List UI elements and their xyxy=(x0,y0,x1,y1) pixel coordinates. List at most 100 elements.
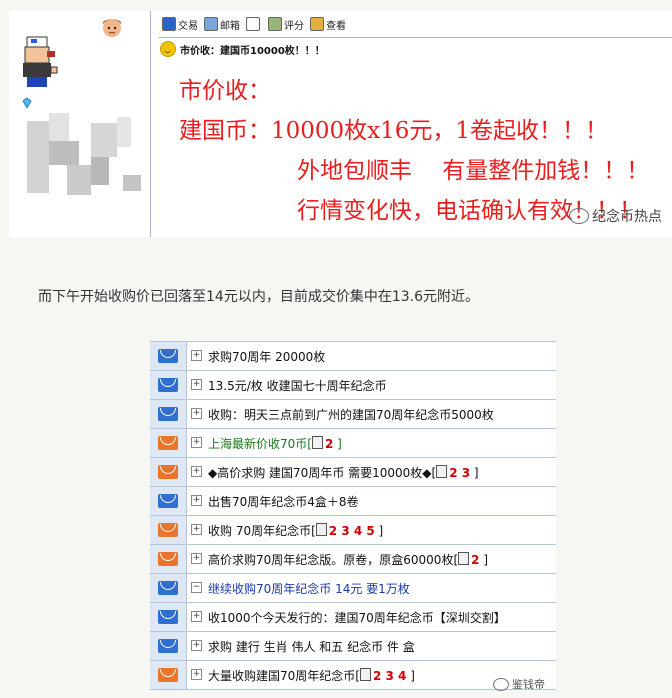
popeye-avatar-icon xyxy=(23,36,58,87)
thread-icon-cell xyxy=(150,429,187,457)
expand-toggle-icon[interactable]: + xyxy=(191,408,202,419)
toolbar-item-1[interactable]: 邮箱 xyxy=(204,17,240,32)
thread-title[interactable]: 收1000个今天发行的：建国70周年纪念币【深圳交割】 xyxy=(208,609,506,626)
toolbar-item-label: 评分 xyxy=(284,20,304,32)
envelope-icon xyxy=(158,668,178,682)
thread-title-text[interactable]: 大量收购建国70周年纪念币 xyxy=(208,669,355,683)
page-numbers[interactable]: 2 3 4 5 xyxy=(329,524,375,538)
user-avatar-column xyxy=(9,11,151,237)
expand-toggle-icon[interactable]: + xyxy=(191,524,202,535)
envelope-icon xyxy=(158,465,178,479)
thread-title-text[interactable]: 收购 70周年纪念币 xyxy=(208,524,311,538)
thread-row[interactable]: + 收购：明天三点前到广州的建国70周年纪念币5000枚 xyxy=(150,399,556,428)
thread-title-text[interactable]: 出售70周年纪念币4盒＋8卷 xyxy=(208,495,359,509)
watermark-text: 纪念币热点 xyxy=(592,209,662,225)
expand-toggle-icon[interactable]: + xyxy=(191,437,202,448)
emoji-face-icon xyxy=(103,19,121,37)
thread-title-text[interactable]: 13.5元/枚 收建国七十周年纪念币 xyxy=(208,379,387,393)
watermark: 纪念币热点 xyxy=(569,206,662,226)
multipage-icon xyxy=(315,523,327,536)
thread-title-text[interactable]: 求购 建行 生肖 伟人 和五 纪念币 件 盒 xyxy=(208,640,415,654)
expand-toggle-icon[interactable]: + xyxy=(191,466,202,477)
thread-row[interactable]: + 收购 70周年纪念币[2 3 4 5 ] xyxy=(150,515,556,544)
toolbar-item-4[interactable]: 查看 xyxy=(310,17,346,32)
envelope-icon xyxy=(158,552,178,566)
page-links[interactable]: [2 3 4 ] xyxy=(355,668,415,683)
thread-title-text[interactable]: ◆高价求购 建国70周年币 需要10000枚◆ xyxy=(208,466,432,480)
thread-title[interactable]: 继续收购70周年纪念币 14元 要1万枚 xyxy=(208,580,410,597)
thread-row[interactable]: + 出售70周年纪念币4盒＋8卷 xyxy=(150,486,556,515)
thread-title[interactable]: 高价求购70周年纪念版。原卷，原盒60000枚[2 ] xyxy=(208,551,488,568)
thread-title[interactable]: 收购 70周年纪念币[2 3 4 5 ] xyxy=(208,522,383,539)
multipage-icon xyxy=(359,668,371,681)
page-numbers[interactable]: 2 3 xyxy=(449,466,470,480)
blurred-username-image xyxy=(27,113,147,203)
thread-row[interactable]: + 求购 建行 生肖 伟人 和五 纪念币 件 盒 xyxy=(150,631,556,660)
envelope-icon xyxy=(158,639,178,653)
thread-list: + 求购70周年 20000枚 +13.5元/枚 收建国七十周年纪念币 + 收购：明天三… xyxy=(150,341,556,690)
thread-icon-cell xyxy=(150,487,187,515)
multipage-icon xyxy=(458,552,470,565)
post-toolbar: 交易 邮箱 评分 查看 xyxy=(162,14,346,34)
page-numbers[interactable]: 2 xyxy=(471,553,479,567)
expand-toggle-icon[interactable]: − xyxy=(191,582,202,593)
thread-icon-cell xyxy=(150,603,187,631)
envelope-icon xyxy=(158,494,178,508)
thread-row[interactable]: + 求购70周年 20000枚 xyxy=(150,341,556,370)
thread-row[interactable]: + 收1000个今天发行的：建国70周年纪念币【深圳交割】 xyxy=(150,602,556,631)
thread-title[interactable]: 上海最新价收70币[2 ] xyxy=(208,435,342,452)
column-divider xyxy=(150,11,151,237)
thread-title-text[interactable]: 求购70周年 20000枚 xyxy=(208,350,325,364)
toolbar-item-0[interactable]: 交易 xyxy=(162,17,198,32)
thread-title-text[interactable]: 收1000个今天发行的：建国70周年纪念币【深圳交割】 xyxy=(208,611,506,625)
page-numbers[interactable]: 2 xyxy=(325,437,333,451)
toolbar-item-2[interactable] xyxy=(246,17,262,31)
thread-title[interactable]: 13.5元/枚 收建国七十周年纪念币 xyxy=(208,377,387,394)
forum-post: 交易 邮箱 评分 查看 市价收：建国币10000枚！！！ 市价收： 建国币：10000… xyxy=(9,11,672,237)
thread-title[interactable]: 求购 建行 生肖 伟人 和五 纪念币 件 盒 xyxy=(208,638,415,655)
thread-title[interactable]: 收购：明天三点前到广州的建国70周年纪念币5000枚 xyxy=(208,406,494,423)
thread-title[interactable]: ◆高价求购 建国70周年币 需要10000枚◆[2 3 ] xyxy=(208,464,479,481)
wechat-icon xyxy=(493,677,509,691)
multipage-icon xyxy=(436,465,448,478)
post-title-text: 市价收：建国币10000枚！！！ xyxy=(180,45,325,57)
thread-title[interactable]: 求购70周年 20000枚 xyxy=(208,348,325,365)
expand-toggle-icon[interactable]: + xyxy=(191,350,202,361)
page-links[interactable]: [2 ] xyxy=(453,552,488,567)
thread-row[interactable]: + ◆高价求购 建国70周年币 需要10000枚◆[2 3 ] xyxy=(150,457,556,486)
envelope-icon xyxy=(158,407,178,421)
expand-toggle-icon[interactable]: + xyxy=(191,669,202,680)
expand-toggle-icon[interactable]: + xyxy=(191,553,202,564)
page-links[interactable]: [2 3 ] xyxy=(432,465,479,480)
toolbar-item-3[interactable]: 评分 xyxy=(268,17,304,32)
article-paragraph: 而下午开始收购价已回落至14元以内，目前成交价集中在13.6元附近。 xyxy=(38,289,479,305)
toolbar-item-label: 交易 xyxy=(178,20,198,32)
page-numbers[interactable]: 2 3 4 xyxy=(373,669,406,683)
page-links[interactable]: [2 3 4 5 ] xyxy=(311,523,383,538)
mail-icon xyxy=(204,17,218,31)
thread-title-text[interactable]: 继续收购70周年纪念币 14元 要1万枚 xyxy=(208,582,410,596)
wechat-icon xyxy=(569,208,589,224)
multipage-icon xyxy=(311,436,323,449)
shield-icon xyxy=(162,17,176,31)
expand-toggle-icon[interactable]: + xyxy=(191,379,202,390)
toolbar-item-label: 邮箱 xyxy=(220,20,240,32)
thread-title[interactable]: 大量收购建国70周年纪念币[2 3 4 ] xyxy=(208,667,415,684)
page-links[interactable]: [2 ] xyxy=(307,436,342,451)
thread-row[interactable]: − 继续收购70周年纪念币 14元 要1万枚 xyxy=(150,573,556,602)
expand-toggle-icon[interactable]: + xyxy=(191,611,202,622)
envelope-icon xyxy=(158,436,178,450)
thread-icon-cell xyxy=(150,574,187,602)
thread-title[interactable]: 出售70周年纪念币4盒＋8卷 xyxy=(208,493,359,510)
expand-toggle-icon[interactable]: + xyxy=(191,495,202,506)
expand-toggle-icon[interactable]: + xyxy=(191,640,202,651)
thread-title-text[interactable]: 高价求购70周年纪念版。原卷，原盒60000枚 xyxy=(208,553,453,567)
thread-icon-cell xyxy=(150,400,187,428)
thread-icon-cell xyxy=(150,545,187,573)
thread-row[interactable]: + 高价求购70周年纪念版。原卷，原盒60000枚[2 ] xyxy=(150,544,556,573)
post-body-line-1: 市价收： xyxy=(179,78,271,104)
thread-row[interactable]: +13.5元/枚 收建国七十周年纪念币 xyxy=(150,370,556,399)
thread-row[interactable]: + 上海最新价收70币[2 ] xyxy=(150,428,556,457)
thread-title-text[interactable]: 收购：明天三点前到广州的建国70周年纪念币5000枚 xyxy=(208,408,494,422)
thread-title-text[interactable]: 上海最新价收70币 xyxy=(208,437,307,451)
